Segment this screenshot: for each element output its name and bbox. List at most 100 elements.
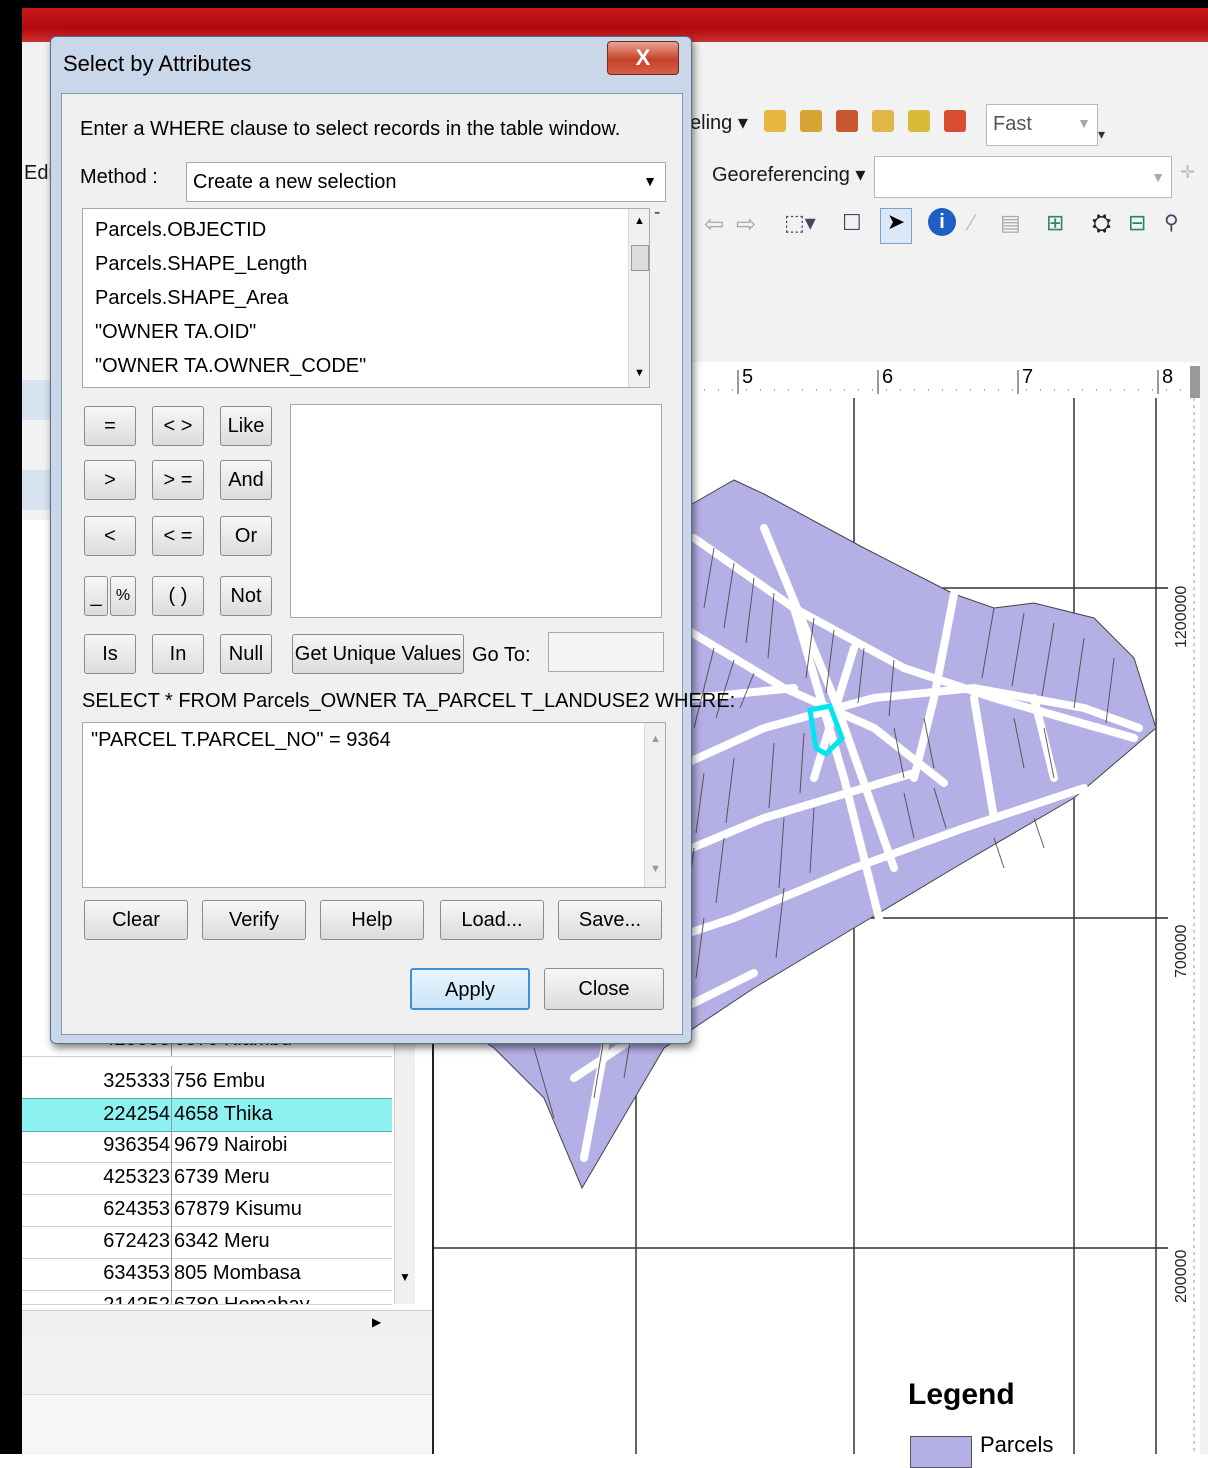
scroll-down-icon[interactable]: ▼ — [399, 1270, 411, 1284]
table-cell-code: 634353 — [103, 1262, 170, 1284]
go-to-xy-icon[interactable]: ⚲ — [1164, 210, 1179, 235]
toc-tab[interactable] — [22, 380, 52, 420]
underscore-wildcard-button[interactable]: _ — [84, 576, 108, 616]
toc-tab[interactable] — [22, 470, 52, 510]
like-button[interactable]: Like — [220, 406, 272, 446]
page-ruler: 5 6 7 8 — [690, 362, 1200, 399]
table-cell-code: 325333 — [103, 1070, 170, 1092]
less-equal-button[interactable]: < = — [152, 516, 204, 556]
legend-title: Legend — [908, 1378, 1015, 1411]
toolbar-overflow-icon[interactable]: ▾ — [1098, 126, 1105, 143]
grid-label: 700000 — [1173, 925, 1190, 978]
ruler-scrollbar[interactable] — [1190, 366, 1200, 398]
georeferencing-menu[interactable]: Georeferencing ▾ — [712, 162, 865, 187]
load-button[interactable]: Load... — [440, 900, 544, 940]
where-clause-text: "PARCEL T.PARCEL_NO" = 9364 — [91, 729, 391, 751]
close-button[interactable]: Close — [544, 968, 664, 1010]
georeferencing-layer-dropdown[interactable]: ▼ — [874, 156, 1172, 198]
parentheses-button[interactable]: ( ) — [152, 576, 204, 616]
method-dropdown[interactable]: Create a new selection ▼ — [186, 162, 666, 202]
table-row[interactable]: 425323 6739 Meru — [22, 1162, 392, 1195]
field-item[interactable]: Parcels.SHAPE_Length — [95, 253, 307, 276]
find-route-icon[interactable]: ⊟ — [1128, 210, 1146, 236]
fields-list[interactable]: Parcels.OBJECTID Parcels.SHAPE_Length Pa… — [82, 208, 650, 388]
table-horizontal-scrollbar[interactable]: ▶ — [22, 1310, 432, 1337]
table-row[interactable]: 634353 805 Mombasa — [22, 1258, 392, 1291]
labeling-menu[interactable]: eling ▾ — [690, 110, 748, 135]
scroll-up-icon[interactable]: ▲ — [650, 733, 661, 745]
label-manager-icon[interactable] — [764, 110, 786, 132]
back-extent-icon[interactable]: ⇦ — [704, 210, 724, 239]
table-vertical-scrollbar[interactable]: ▼ — [394, 1040, 415, 1304]
table-cell-value: 6780 Homabay — [174, 1294, 310, 1305]
scroll-right-icon[interactable]: ▶ — [372, 1315, 381, 1329]
pause-labeling-icon[interactable] — [908, 110, 930, 132]
add-control-points-icon[interactable]: ✛ — [1180, 162, 1195, 183]
ruler-ticks-graphic — [690, 370, 1200, 394]
html-popup-icon[interactable]: ▤ — [1000, 210, 1021, 236]
view-unplaced-labels-icon[interactable] — [944, 110, 966, 132]
and-button[interactable]: And — [220, 460, 272, 500]
lock-labels-icon[interactable] — [872, 110, 894, 132]
percent-wildcard-button[interactable]: % — [110, 576, 136, 616]
not-button[interactable]: Not — [220, 576, 272, 616]
field-item[interactable]: "OWNER TA.OID" — [95, 321, 256, 344]
where-clause-scrollbar[interactable]: ▲ ▼ — [644, 723, 665, 887]
in-button[interactable]: In — [152, 634, 204, 674]
chevron-down-icon: ▼ — [1151, 169, 1165, 185]
find-icon[interactable]: ⛭ — [1092, 210, 1111, 238]
georeferencing-label: Georeferencing — [712, 164, 850, 186]
apply-button[interactable]: Apply — [410, 968, 530, 1010]
hyperlink-icon[interactable]: ⁄ — [970, 210, 974, 236]
field-item[interactable]: Parcels.SHAPE_Area — [95, 287, 288, 310]
help-button[interactable]: Help — [320, 900, 424, 940]
scroll-down-icon[interactable]: ▼ — [634, 367, 645, 379]
null-button[interactable]: Null — [220, 634, 272, 674]
table-cell-value: 9679 Nairobi — [174, 1134, 288, 1156]
get-unique-values-button[interactable]: Get Unique Values — [292, 634, 464, 674]
ruler-tick-label: 7 — [1022, 366, 1034, 388]
close-icon[interactable]: X — [607, 41, 679, 75]
grid-label: 1200000 — [1173, 586, 1190, 648]
clear-button[interactable]: Clear — [84, 900, 188, 940]
verify-button[interactable]: Verify — [202, 900, 306, 940]
scroll-thumb[interactable] — [631, 245, 649, 271]
greater-than-button[interactable]: > — [84, 460, 136, 500]
forward-extent-icon[interactable]: ⇨ — [736, 210, 756, 239]
measure-icon[interactable]: ⊞ — [1046, 210, 1064, 236]
scroll-down-icon[interactable]: ▼ — [650, 863, 661, 875]
field-item[interactable]: Parcels.OBJECTID — [95, 219, 266, 242]
table-row[interactable]: 214252 6780 Homabay — [22, 1290, 392, 1305]
table-row[interactable]: 936354 9679 Nairobi — [22, 1130, 392, 1163]
list-options-icon[interactable]: ⁼ — [654, 208, 660, 222]
label-weight-icon[interactable] — [836, 110, 858, 132]
table-row[interactable]: 624353 67879 Kisumu — [22, 1194, 392, 1227]
table-cell-value: 4658 Thika — [174, 1103, 273, 1125]
method-value: Create a new selection — [193, 171, 397, 193]
table-row[interactable]: 672423 6342 Meru — [22, 1226, 392, 1259]
unique-values-list[interactable] — [290, 404, 662, 618]
not-equal-button[interactable]: < > — [152, 406, 204, 446]
identify-icon[interactable]: i — [928, 208, 956, 236]
label-priority-icon[interactable] — [800, 110, 822, 132]
fields-scrollbar[interactable]: ▲ ▼ — [628, 209, 649, 387]
select-features-icon[interactable]: ⬚▾ — [784, 210, 816, 236]
ruler-tick-label: 5 — [742, 366, 754, 388]
goto-input[interactable] — [548, 632, 664, 672]
save-button[interactable]: Save... — [558, 900, 662, 940]
select-elements-icon[interactable]: ➤ — [880, 208, 912, 244]
clear-selection-icon[interactable]: ☐ — [842, 210, 862, 236]
where-clause-input[interactable]: "PARCEL T.PARCEL_NO" = 9364 ▲ ▼ — [82, 722, 666, 888]
equals-button[interactable]: = — [84, 406, 136, 446]
or-button[interactable]: Or — [220, 516, 272, 556]
table-row-selected[interactable]: 224254 4658 Thika — [22, 1098, 392, 1132]
field-item[interactable]: "OWNER TA.OWNER_CODE" — [95, 355, 366, 378]
scroll-up-icon[interactable]: ▲ — [634, 215, 645, 227]
chevron-down-icon: ▼ — [1077, 115, 1091, 131]
is-button[interactable]: Is — [84, 634, 136, 674]
greater-equal-button[interactable]: > = — [152, 460, 204, 500]
tools-toolbar: ⇦ ⇨ ⬚▾ ☐ ➤ i ⁄ ▤ ⊞ ⛭ ⊟ ⚲ — [700, 208, 1200, 244]
table-row[interactable]: 325333 756 Embu — [22, 1066, 392, 1099]
less-than-button[interactable]: < — [84, 516, 136, 556]
label-speed-dropdown[interactable]: Fast ▼ — [986, 104, 1098, 146]
